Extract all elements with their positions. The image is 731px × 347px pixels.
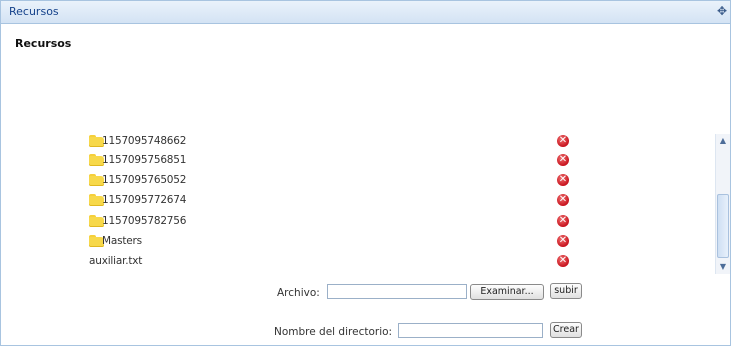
folder-name[interactable]: 1157095772674 <box>102 194 186 206</box>
scroll-up-icon[interactable]: ▲ <box>716 134 730 148</box>
directory-name-input[interactable] <box>398 323 543 338</box>
list-item[interactable]: auxiliar.txt ✕ <box>89 253 589 271</box>
browse-button[interactable]: Examinar... <box>470 284 544 300</box>
list-item[interactable]: 1157095782756 ✕ <box>89 213 589 231</box>
file-name[interactable]: auxiliar.txt <box>89 255 142 267</box>
scroll-thumb[interactable] <box>717 194 729 258</box>
folder-name[interactable]: 1157095765052 <box>102 174 186 186</box>
scroll-down-icon[interactable]: ▼ <box>716 260 730 274</box>
list-item[interactable]: 1157095756851 ✕ <box>89 152 589 170</box>
delete-icon[interactable]: ✕ <box>557 174 569 186</box>
list-item[interactable]: 1157095748662 ✕ <box>89 133 589 151</box>
move-icon[interactable]: ✥ <box>716 5 728 17</box>
delete-icon[interactable]: ✕ <box>557 215 569 227</box>
folder-name[interactable]: 1157095748662 <box>102 135 186 147</box>
resources-panel: Recursos ✥ Recursos 1157095748662 ✕ 115709… <box>0 0 731 346</box>
scrollbar[interactable]: ▲ ▼ <box>715 134 730 274</box>
list-item[interactable]: 1157095765052 ✕ <box>89 172 589 190</box>
delete-icon[interactable]: ✕ <box>557 255 569 267</box>
folder-name[interactable]: 1157095782756 <box>102 215 186 227</box>
file-label: Archivo: <box>277 287 320 299</box>
delete-icon[interactable]: ✕ <box>557 194 569 206</box>
list-item[interactable]: Masters ✕ <box>89 233 589 251</box>
folder-name[interactable]: 1157095756851 <box>102 154 186 166</box>
create-button[interactable]: Crear <box>550 322 582 338</box>
panel-header: Recursos ✥ <box>1 0 730 24</box>
list-item[interactable]: 1157095772674 ✕ <box>89 192 589 210</box>
delete-icon[interactable]: ✕ <box>557 154 569 166</box>
delete-icon[interactable]: ✕ <box>557 135 569 147</box>
delete-icon[interactable]: ✕ <box>557 235 569 247</box>
panel-title: Recursos <box>9 5 59 18</box>
directory-label: Nombre del directorio: <box>274 326 393 338</box>
upload-button[interactable]: subir <box>550 283 582 299</box>
folder-name[interactable]: Masters <box>102 235 142 247</box>
section-title: Recursos <box>15 37 72 50</box>
file-input[interactable] <box>327 284 467 299</box>
